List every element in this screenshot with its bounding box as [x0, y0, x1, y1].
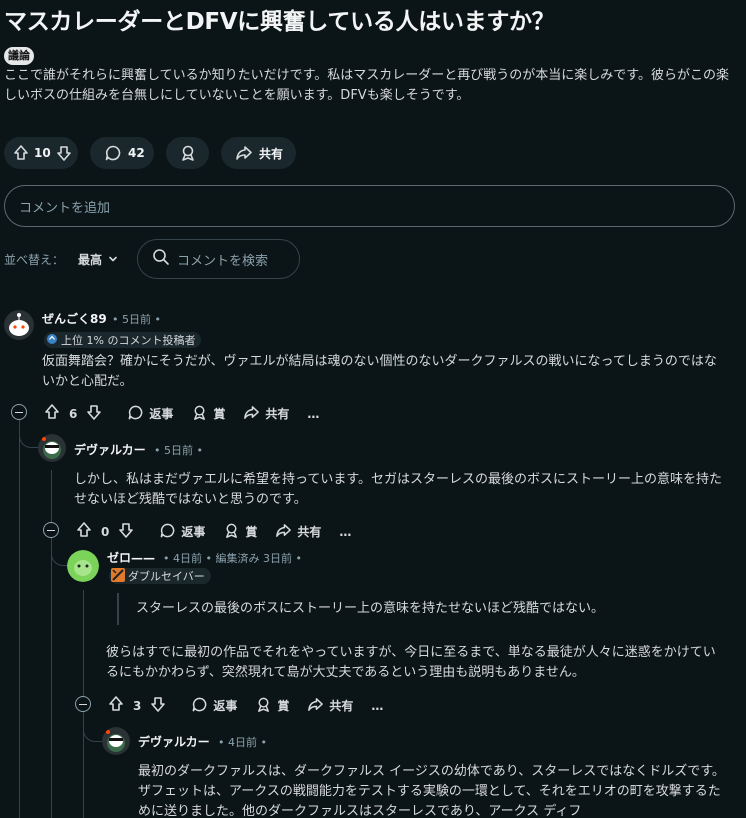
downvote-icon[interactable]	[55, 144, 73, 162]
blockquote-bar	[117, 593, 119, 625]
user-flair-text: ダブルセイバー	[128, 570, 205, 583]
post-award-button[interactable]	[166, 137, 209, 169]
share-icon	[275, 522, 292, 542]
reply-button[interactable]: 返事	[127, 404, 173, 424]
comment-body: しかし、私はまだヴァエルに希望を持っています。セガはスターレスの最後のボスにスト…	[74, 472, 723, 507]
more-options-button[interactable]: …	[339, 525, 351, 539]
comment-author[interactable]: ゼロ——	[107, 549, 155, 566]
award-icon	[191, 404, 208, 424]
share-icon	[307, 696, 324, 716]
share-label: 共有	[329, 699, 354, 713]
post-vote-bar: 10	[4, 137, 78, 169]
share-label: 共有	[297, 525, 322, 539]
thread-line[interactable]	[19, 404, 20, 818]
sort-value: 最高	[78, 253, 103, 267]
collapse-thread-button[interactable]	[11, 404, 27, 420]
share-button[interactable]: 共有	[275, 522, 321, 542]
avatar[interactable]	[67, 550, 99, 582]
search-comments-input[interactable]: コメントを検索	[137, 239, 300, 279]
award-label: 賞	[245, 525, 258, 539]
post-flair[interactable]: 議論	[4, 47, 34, 65]
comment-icon	[104, 144, 122, 162]
more-options-button[interactable]: …	[371, 699, 383, 713]
reply-label: 返事	[213, 699, 238, 713]
share-icon	[235, 144, 253, 162]
post-vote-count: 10	[34, 146, 51, 160]
award-label: 賞	[277, 699, 290, 713]
reply-button[interactable]: 返事	[191, 696, 237, 716]
comment-body: 彼らはすでに最初の作品でそれをやっていますが、今日に至るまで、単なる最徒が人々に…	[106, 645, 716, 680]
share-button[interactable]: 共有	[307, 696, 353, 716]
upvote-icon[interactable]	[75, 521, 93, 542]
share-label: 共有	[265, 407, 290, 421]
comment-actions: 3 返事 賞 共有 …	[107, 695, 401, 716]
top-commenter-icon	[46, 333, 58, 348]
award-button[interactable]: 賞	[255, 696, 289, 716]
comment-timestamp: • 4日前 •	[218, 736, 267, 749]
comment-timestamp: • 5日前 •	[154, 444, 203, 457]
comment-icon	[127, 404, 144, 424]
comment-actions: 0 返事 賞 共有 …	[75, 521, 369, 542]
comment-body: 最初のダークファルスは、ダークファルス イージスの幼体であり、スターレスではなく…	[138, 764, 725, 818]
award-icon	[223, 522, 240, 542]
reply-button[interactable]: 返事	[159, 522, 205, 542]
avatar[interactable]	[38, 434, 66, 462]
upvote-icon[interactable]	[107, 695, 125, 716]
add-comment-placeholder: コメントを追加	[19, 200, 111, 216]
user-flair-text: 上位 1% のコメント投稿者	[61, 334, 196, 347]
sort-label: 並べ替え：	[4, 253, 65, 267]
award-icon	[255, 696, 272, 716]
comment-vote-count: 3	[133, 698, 142, 713]
share-button[interactable]: 共有	[243, 404, 289, 424]
post-share-label: 共有	[259, 146, 284, 161]
post-comments-button[interactable]: 42	[90, 137, 154, 169]
double-saber-icon	[111, 567, 125, 585]
avatar[interactable]	[102, 727, 130, 755]
comment-icon	[159, 522, 176, 542]
post-title: マスカレーダーとDFVに興奮している人はいますか？	[4, 9, 555, 35]
downvote-icon[interactable]	[85, 403, 103, 424]
collapse-thread-button[interactable]	[75, 696, 91, 712]
downvote-icon[interactable]	[149, 695, 167, 716]
comment-icon	[191, 696, 208, 716]
upvote-icon[interactable]	[12, 144, 30, 162]
user-flair-badge: ダブルセイバー	[109, 567, 211, 585]
comment-vote-count: 6	[69, 406, 78, 421]
upvote-icon[interactable]	[43, 403, 61, 424]
comment-quote: スターレスの最後のボスにストーリー上の意味を持たせないほど残酷ではない。	[136, 601, 605, 616]
more-options-button[interactable]: …	[307, 407, 319, 421]
award-label: 賞	[213, 407, 226, 421]
downvote-icon[interactable]	[117, 521, 135, 542]
comment-actions: 6 返事 賞 共有 …	[43, 403, 337, 424]
post-share-button[interactable]: 共有	[221, 137, 296, 169]
award-button[interactable]: 賞	[191, 404, 225, 424]
comment-timestamp: • 4日前 • 編集済み 3日前 •	[163, 552, 302, 565]
collapse-thread-button[interactable]	[43, 522, 59, 538]
chevron-down-icon	[108, 253, 118, 267]
search-icon	[152, 248, 170, 270]
post-comment-count: 42	[128, 146, 145, 160]
comment-timestamp: • 5日前 •	[112, 313, 161, 326]
add-comment-input[interactable]: コメントを追加	[4, 185, 735, 227]
sort-dropdown[interactable]: 最高	[78, 251, 118, 268]
search-comments-placeholder: コメントを検索	[177, 253, 269, 269]
user-flair-badge: 上位 1% のコメント投稿者	[44, 332, 202, 348]
comment-author[interactable]: デヴァルカー	[74, 441, 146, 458]
share-icon	[243, 404, 260, 424]
comment-author[interactable]: デヴァルカー	[138, 733, 210, 750]
comment-vote-count: 0	[101, 524, 110, 539]
post-body: ここで誰がそれらに興奮しているか知りたいだけです。私はマスカレーダーと再び戦うの…	[4, 68, 730, 103]
comment-body: 仮面舞踏会？確かにそうだが、ヴァエルが結局は魂のない個性のないダークファルスの戦…	[42, 354, 717, 389]
comment-author[interactable]: ぜんごく89	[42, 310, 107, 327]
reply-label: 返事	[149, 407, 174, 421]
avatar[interactable]	[4, 310, 34, 340]
award-button[interactable]: 賞	[223, 522, 257, 542]
award-icon	[179, 144, 197, 162]
reply-label: 返事	[181, 525, 206, 539]
